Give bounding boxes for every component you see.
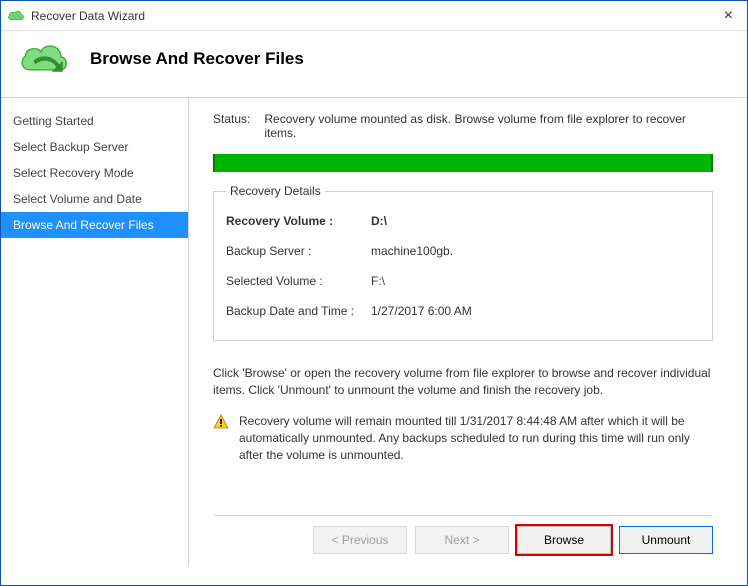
- step-select-recovery-mode[interactable]: Select Recovery Mode: [1, 160, 188, 186]
- detail-backup-server: Backup Server : machine100gb.: [226, 236, 700, 266]
- step-getting-started[interactable]: Getting Started: [1, 108, 188, 134]
- detail-selected-volume: Selected Volume : F:\: [226, 266, 700, 296]
- detail-backup-datetime: Backup Date and Time : 1/27/2017 6:00 AM: [226, 296, 700, 326]
- close-button[interactable]: ×: [716, 7, 741, 25]
- backup-server-value: machine100gb.: [371, 244, 453, 258]
- status-text: Recovery volume mounted as disk. Browse …: [264, 112, 719, 140]
- recovery-volume-label: Recovery Volume :: [226, 214, 371, 228]
- warning-icon: [213, 414, 229, 430]
- warning-text: Recovery volume will remain mounted till…: [239, 413, 713, 465]
- next-button: Next >: [415, 526, 509, 554]
- cloud-recover-icon: [7, 9, 25, 23]
- step-select-volume-date[interactable]: Select Volume and Date: [1, 186, 188, 212]
- window-title: Recover Data Wizard: [31, 9, 716, 23]
- step-select-backup-server[interactable]: Select Backup Server: [1, 134, 188, 160]
- recovery-details-legend: Recovery Details: [226, 184, 325, 198]
- titlebar: Recover Data Wizard ×: [1, 1, 747, 31]
- status-row: Status: Recovery volume mounted as disk.…: [213, 112, 719, 140]
- wizard-steps-sidebar: Getting Started Select Backup Server Sel…: [1, 98, 189, 566]
- backup-server-label: Backup Server :: [226, 244, 371, 258]
- recovery-details-group: Recovery Details Recovery Volume : D:\ B…: [213, 184, 713, 341]
- backup-datetime-label: Backup Date and Time :: [226, 304, 371, 318]
- browse-button[interactable]: Browse: [517, 526, 611, 554]
- button-row: < Previous Next > Browse Unmount: [213, 516, 713, 554]
- progress-bar: [213, 154, 713, 172]
- detail-recovery-volume: Recovery Volume : D:\: [226, 206, 700, 236]
- page-title: Browse And Recover Files: [90, 49, 304, 69]
- status-label: Status:: [213, 112, 250, 140]
- backup-datetime-value: 1/27/2017 6:00 AM: [371, 304, 472, 318]
- previous-button: < Previous: [313, 526, 407, 554]
- selected-volume-label: Selected Volume :: [226, 274, 371, 288]
- unmount-button[interactable]: Unmount: [619, 526, 713, 554]
- recovery-volume-value: D:\: [371, 214, 387, 228]
- wizard-header: Browse And Recover Files: [1, 31, 747, 97]
- main-content: Status: Recovery volume mounted as disk.…: [189, 98, 747, 566]
- cloud-arrow-icon: [17, 39, 72, 79]
- instruction-text: Click 'Browse' or open the recovery volu…: [213, 365, 713, 399]
- step-browse-recover-files[interactable]: Browse And Recover Files: [1, 212, 188, 238]
- warning-row: Recovery volume will remain mounted till…: [213, 413, 713, 465]
- selected-volume-value: F:\: [371, 274, 385, 288]
